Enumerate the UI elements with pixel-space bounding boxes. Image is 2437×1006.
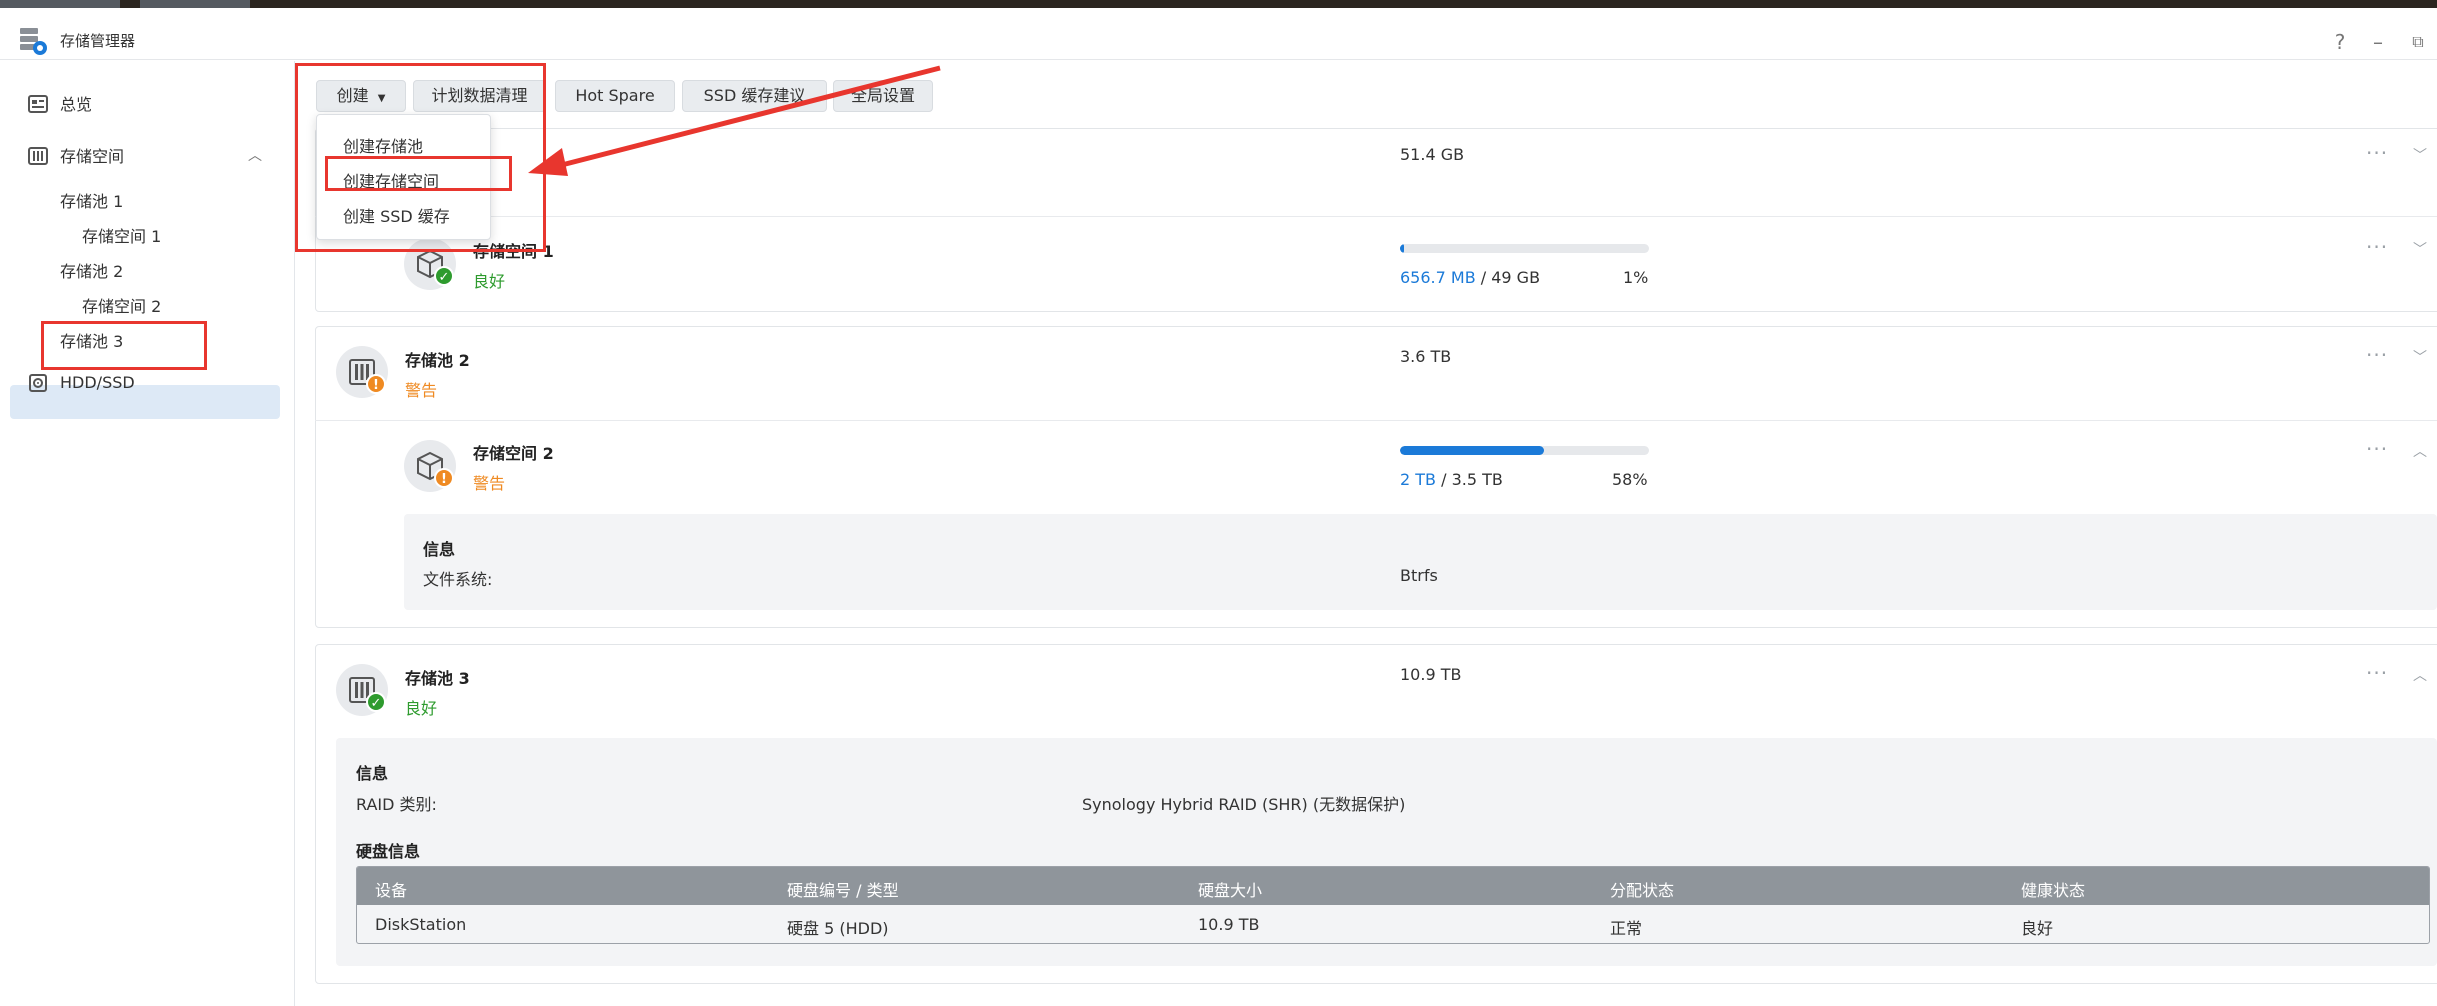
filesystem-label: 文件系统: [423, 570, 493, 589]
status-warning-badge: ! [434, 468, 454, 488]
storage-manager-icon [20, 28, 47, 55]
window-titlebar: 存储管理器 ? – ⧉ [0, 8, 2437, 60]
volume-1-used: 656.7 MB [1400, 268, 1476, 287]
table-cell-device: DiskStation [375, 915, 467, 934]
desktop-strip-block [140, 0, 250, 8]
raid-type-label: RAID 类别: [356, 795, 437, 814]
pool-3-info-title: 信息 [356, 764, 389, 783]
column-header[interactable]: 硬盘大小 [1198, 877, 1262, 901]
filesystem-value: Btrfs [1400, 566, 1438, 585]
more-options-icon[interactable]: ··· [2366, 235, 2388, 259]
volume-2-used: 2 TB [1400, 470, 1437, 489]
volume-2-info-title: 信息 [423, 540, 456, 559]
desktop-strip [0, 0, 2437, 8]
table-cell-allocation-status: 正常 [1610, 919, 1643, 938]
sidebar-item-volume-2[interactable]: 存储空间 2 [82, 297, 161, 317]
pool-3-name: 存储池 3 [405, 669, 470, 688]
pool-3-size: 10.9 TB [1400, 665, 1462, 684]
volume-2-usage-bar [1400, 446, 1649, 455]
chevron-up-icon[interactable]: ︿ [2413, 441, 2427, 461]
more-options-icon[interactable]: ··· [2366, 141, 2388, 165]
volume-2-status: 警告 [473, 474, 506, 493]
sidebar-item-pool-2[interactable]: 存储池 2 [60, 262, 123, 282]
divider [315, 420, 2437, 421]
pool-1-size: 51.4 GB [1400, 145, 1465, 164]
column-header[interactable]: 硬盘编号 / 类型 [787, 877, 899, 901]
volume-2-percent: 58% [1612, 470, 1648, 489]
volume-2-usage-fill [1400, 446, 1545, 455]
disk-info-title: 硬盘信息 [356, 842, 421, 861]
pool-icon: ! [336, 346, 388, 398]
chevron-up-icon[interactable]: ︿ [2413, 665, 2427, 685]
column-header[interactable]: 设备 [375, 877, 407, 901]
sidebar-item-volume-1[interactable]: 存储空间 1 [82, 227, 161, 247]
pool-2-size: 3.6 TB [1400, 347, 1452, 366]
pool-2-name: 存储池 2 [405, 351, 470, 370]
volume-1-usage-fill [1400, 244, 1404, 253]
status-ok-badge: ✓ [366, 692, 386, 712]
table-cell-health-status: 良好 [2021, 919, 2054, 938]
chevron-up-icon[interactable]: ︿ [248, 145, 262, 165]
disk-table: 设备 硬盘编号 / 类型 硬盘大小 分配状态 健康状态 DiskStation … [356, 866, 2430, 944]
pool-2-status: 警告 [405, 381, 438, 400]
annotation-highlight-box [325, 156, 512, 191]
sidebar-item-overview[interactable]: 总览 [60, 95, 92, 115]
divider [315, 216, 2437, 217]
more-options-icon[interactable]: ··· [2366, 437, 2388, 461]
volume-2-total: / 3.5 TB [1436, 470, 1503, 489]
more-options-icon[interactable]: ··· [2366, 343, 2388, 367]
raid-type-value: Synology Hybrid RAID (SHR) (无数据保护) [1082, 795, 1406, 814]
app-title: 存储管理器 [60, 32, 136, 50]
sidebar-selection-highlight [10, 385, 280, 419]
minimize-button[interactable]: – [2364, 28, 2392, 56]
restore-button[interactable]: ⧉ [2404, 28, 2432, 56]
volume-2-usage-text: 2 TB / 3.5 TB [1400, 470, 1503, 489]
volume-2-info-panel [404, 514, 2437, 610]
sidebar-item-storage[interactable]: 存储空间 [60, 147, 124, 167]
chevron-down-icon[interactable]: ﹀ [2413, 145, 2427, 165]
help-button[interactable]: ? [2326, 28, 2354, 56]
pool-3-status: 良好 [405, 699, 438, 718]
volume-1-usage-bar [1400, 244, 1649, 253]
volume-1-status: 良好 [473, 272, 506, 291]
table-cell-disk-size: 10.9 TB [1198, 915, 1260, 934]
sidebar: 总览 存储空间 ︿ 存储池 1 存储空间 1 存储池 2 存储空间 2 存储池 … [0, 61, 295, 1006]
annotation-arrow [528, 65, 941, 176]
desktop-strip-block [0, 0, 120, 8]
volume-icon: ! [404, 440, 456, 492]
table-cell-disk-id: 硬盘 5 (HDD) [787, 919, 889, 938]
column-header[interactable]: 分配状态 [1610, 877, 1674, 901]
column-header[interactable]: 健康状态 [2021, 877, 2085, 901]
chevron-down-icon[interactable]: ﹀ [2413, 239, 2427, 259]
sidebar-item-pool-1[interactable]: 存储池 1 [60, 192, 123, 212]
table-header: 设备 硬盘编号 / 类型 硬盘大小 分配状态 健康状态 [357, 867, 2429, 905]
status-warning-badge: ! [366, 374, 386, 394]
volume-1-total: / 49 GB [1475, 268, 1541, 287]
volume-1-usage-text: 656.7 MB / 49 GB [1400, 268, 1540, 287]
pool-icon: ✓ [336, 664, 388, 716]
volume-2-name: 存储空间 2 [473, 444, 554, 463]
status-ok-badge: ✓ [434, 266, 454, 286]
overview-icon [28, 95, 48, 113]
more-options-icon[interactable]: ··· [2366, 661, 2388, 685]
annotation-highlight-box [41, 321, 207, 370]
sidebar-item-hdd-ssd[interactable]: HDD/SSD [60, 373, 135, 393]
disk-icon [29, 374, 47, 392]
storage-icon [28, 147, 48, 165]
chevron-down-icon[interactable]: ﹀ [2413, 347, 2427, 367]
volume-1-percent: 1% [1623, 268, 1649, 287]
